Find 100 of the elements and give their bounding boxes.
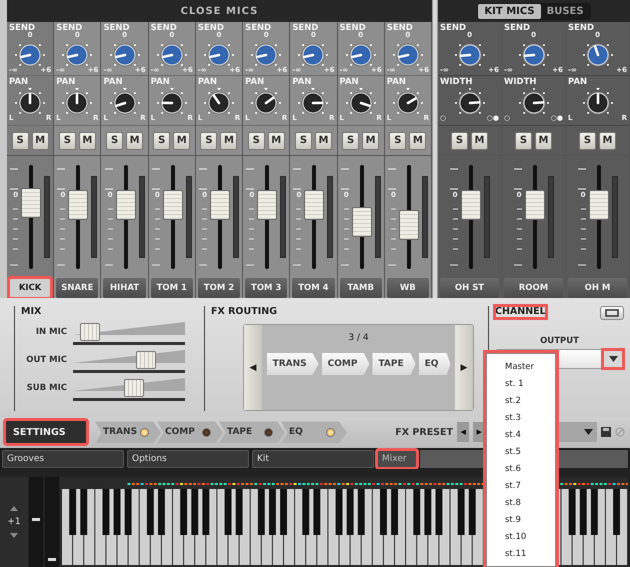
solo-button[interactable]: S — [106, 132, 124, 150]
channel-name-button[interactable]: TOM 1 — [150, 278, 193, 298]
channel-name-button[interactable]: TOM 4 — [292, 278, 335, 298]
solo-button[interactable]: S — [342, 132, 360, 150]
mix-slider-label: IN MIC — [34, 327, 67, 337]
send-label: SEND — [56, 23, 82, 33]
mute-button[interactable]: M — [599, 132, 616, 150]
channel-name-button[interactable]: TOM 2 — [198, 278, 240, 298]
channel-name-button[interactable]: TOM 3 — [245, 278, 288, 298]
dropdown-button[interactable] — [603, 350, 623, 368]
mute-button[interactable]: M — [126, 132, 144, 150]
slider-thumb[interactable] — [80, 323, 100, 341]
fader-thumb[interactable] — [524, 190, 544, 220]
send-label: SEND — [198, 23, 224, 33]
channel-name-button[interactable]: OH ST — [440, 278, 499, 298]
channel-name-button[interactable]: TAMB — [340, 278, 382, 298]
fx-module-tab[interactable]: TRANS — [95, 421, 161, 444]
fx-module-label: EQ — [289, 427, 303, 438]
fader-thumb[interactable] — [304, 190, 324, 220]
fx-module-button[interactable]: COMP — [322, 353, 370, 375]
menu-item[interactable]: st.5 — [487, 443, 555, 460]
settings-button[interactable]: SETTINGS — [5, 420, 87, 444]
menu-item[interactable]: st.2 — [487, 392, 555, 409]
mute-button[interactable]: M — [32, 132, 49, 150]
menu-item[interactable]: st.8 — [487, 494, 555, 511]
section-tab[interactable]: KIT MICS — [478, 4, 541, 18]
menu-item[interactable]: st.3 — [487, 409, 555, 426]
channel-name-button[interactable]: SNARE — [56, 278, 98, 298]
slider-thumb[interactable] — [136, 351, 156, 369]
channel-name-button[interactable]: KICK — [9, 278, 52, 298]
mute-button[interactable]: M — [220, 132, 238, 150]
menu-item[interactable]: st.4 — [487, 426, 555, 443]
chip-icon[interactable] — [600, 306, 624, 320]
mute-button[interactable]: M — [535, 132, 552, 150]
fader-thumb[interactable] — [398, 210, 419, 240]
channel-title: CHANNEL — [495, 306, 546, 318]
fx-module-label: TRANS — [103, 427, 138, 438]
fx-module-button[interactable]: TRANS — [266, 353, 319, 375]
fader-thumb[interactable] — [21, 188, 42, 218]
solo-button[interactable]: S — [389, 132, 406, 150]
channel-name-button[interactable]: WB — [386, 278, 429, 298]
fx-module-button[interactable]: EQ — [418, 353, 450, 375]
send-label: SEND — [9, 23, 36, 33]
solo-button[interactable]: S — [58, 132, 76, 150]
save-icon[interactable] — [601, 427, 611, 438]
solo-button[interactable]: S — [451, 132, 468, 150]
solo-button[interactable]: S — [248, 132, 265, 150]
fader-thumb[interactable] — [257, 190, 278, 220]
solo-button[interactable]: S — [294, 132, 312, 150]
next-button[interactable]: ▶ — [455, 325, 473, 410]
pan-label: PAN — [292, 77, 312, 87]
mute-button[interactable]: M — [471, 132, 488, 150]
caret-icon — [584, 429, 593, 436]
mute-button[interactable]: M — [173, 132, 190, 150]
menu-item[interactable]: st. 1 — [487, 375, 555, 392]
tab[interactable]: Grooves — [2, 450, 124, 468]
mute-button[interactable]: M — [409, 132, 426, 150]
led-indicator[interactable] — [326, 428, 335, 437]
solo-button[interactable]: S — [200, 132, 218, 150]
mute-button[interactable]: M — [78, 132, 96, 150]
menu-item[interactable]: st.9 — [487, 511, 555, 528]
channel-name-button[interactable]: HIHAT — [103, 278, 146, 298]
menu-item[interactable]: st.11 — [487, 545, 555, 562]
solo-button[interactable]: S — [153, 132, 170, 150]
menu-item[interactable]: st.10 — [487, 528, 555, 545]
fader-thumb[interactable] — [210, 190, 230, 220]
solo-button[interactable]: S — [579, 132, 596, 150]
led-indicator[interactable] — [140, 428, 149, 437]
fader-thumb[interactable] — [460, 190, 480, 220]
led-indicator[interactable] — [264, 428, 273, 437]
section-tab[interactable]: BUSES — [540, 4, 590, 18]
solo-button[interactable]: S — [515, 132, 532, 150]
menu-item[interactable]: st.7 — [487, 477, 555, 494]
fader-thumb[interactable] — [68, 190, 88, 220]
fx-module-button[interactable]: TAPE — [372, 353, 416, 375]
fx-module-tab[interactable]: EQ — [281, 421, 347, 444]
previous-button[interactable]: ◀ — [244, 325, 262, 410]
fader-thumb[interactable] — [352, 207, 372, 238]
channel-name-button[interactable]: OH M — [568, 278, 627, 298]
down-arrow-icon[interactable] — [10, 533, 18, 538]
fader-thumb[interactable] — [116, 190, 136, 220]
fader-thumb[interactable] — [162, 190, 183, 220]
fx-module-tab[interactable]: TAPE — [219, 421, 285, 444]
tab[interactable]: Mixer — [377, 450, 417, 468]
mute-button[interactable]: M — [268, 132, 285, 150]
slider-thumb[interactable] — [124, 379, 144, 397]
fx-module-tab[interactable]: COMP — [157, 421, 223, 444]
tab[interactable]: Kit — [252, 450, 374, 468]
channel-name-button[interactable]: ROOM — [504, 278, 563, 298]
menu-item[interactable]: st.6 — [487, 460, 555, 477]
led-indicator[interactable] — [202, 428, 211, 437]
tab[interactable]: Options — [127, 450, 249, 468]
mute-button[interactable]: M — [314, 132, 332, 150]
menu-item[interactable]: Master — [487, 358, 555, 375]
send-label: SEND — [504, 23, 530, 33]
solo-button[interactable]: S — [12, 132, 29, 150]
up-arrow-icon[interactable] — [10, 506, 18, 511]
fader-thumb[interactable] — [588, 190, 608, 220]
mute-button[interactable]: M — [362, 132, 380, 150]
page-indicator: 3 / 4 — [348, 333, 369, 343]
